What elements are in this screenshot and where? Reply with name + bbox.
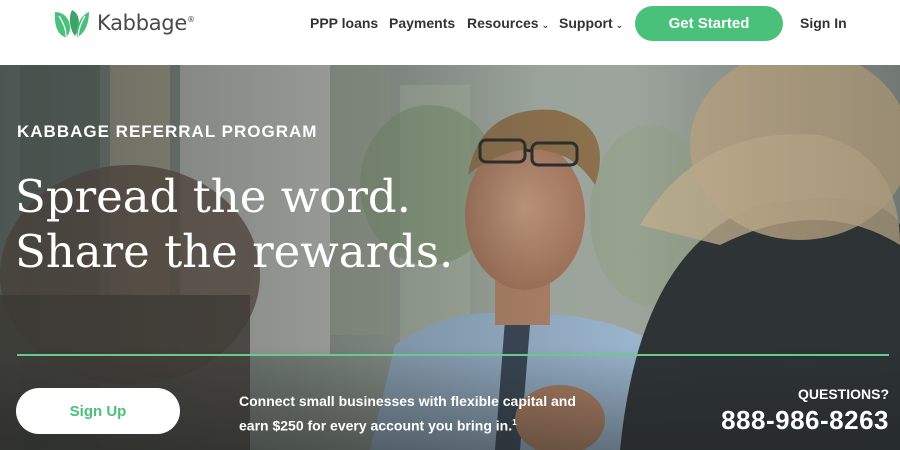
nav-support[interactable]: Support ⌄ [559, 15, 623, 31]
questions-label: QUESTIONS? [797, 386, 889, 402]
blurb-line-1: Connect small businesses with flexible c… [239, 393, 576, 409]
hero-divider [17, 354, 889, 356]
headline-line-1: Spread the word. [15, 170, 411, 223]
nav-resources[interactable]: Resources ⌄ [467, 15, 549, 31]
sign-in-link[interactable]: Sign In [800, 15, 847, 31]
registered-mark: ® [186, 15, 195, 24]
leaf-logo-icon [54, 10, 89, 37]
brand-name: Kabbage® [97, 11, 195, 35]
program-eyebrow: KABBAGE REFERRAL PROGRAM [17, 122, 318, 141]
sign-up-button[interactable]: Sign Up [16, 388, 180, 434]
chevron-down-icon: ⌄ [615, 20, 624, 30]
phone-number-link[interactable]: 888-986-8263 [721, 405, 889, 436]
headline-line-2: Share the rewards. [15, 225, 454, 278]
referral-blurb: Connect small businesses with flexible c… [239, 390, 599, 437]
nav-ppp-loans[interactable]: PPP loans [310, 15, 378, 31]
hero-headline: Spread the word. Share the rewards. [15, 169, 453, 279]
get-started-button[interactable]: Get Started [635, 6, 783, 41]
top-nav: Kabbage® PPP loans Payments Resources ⌄ S… [0, 0, 900, 65]
kabbage-logo[interactable]: Kabbage® [53, 8, 195, 38]
chevron-down-icon: ⌄ [541, 20, 550, 30]
blurb-line-2: earn $250 for every account you bring in… [239, 417, 517, 434]
hero-section: KABBAGE REFERRAL PROGRAM Spread the word… [0, 65, 900, 450]
footnote-marker[interactable]: 1 [512, 418, 516, 427]
nav-payments[interactable]: Payments [389, 15, 455, 31]
